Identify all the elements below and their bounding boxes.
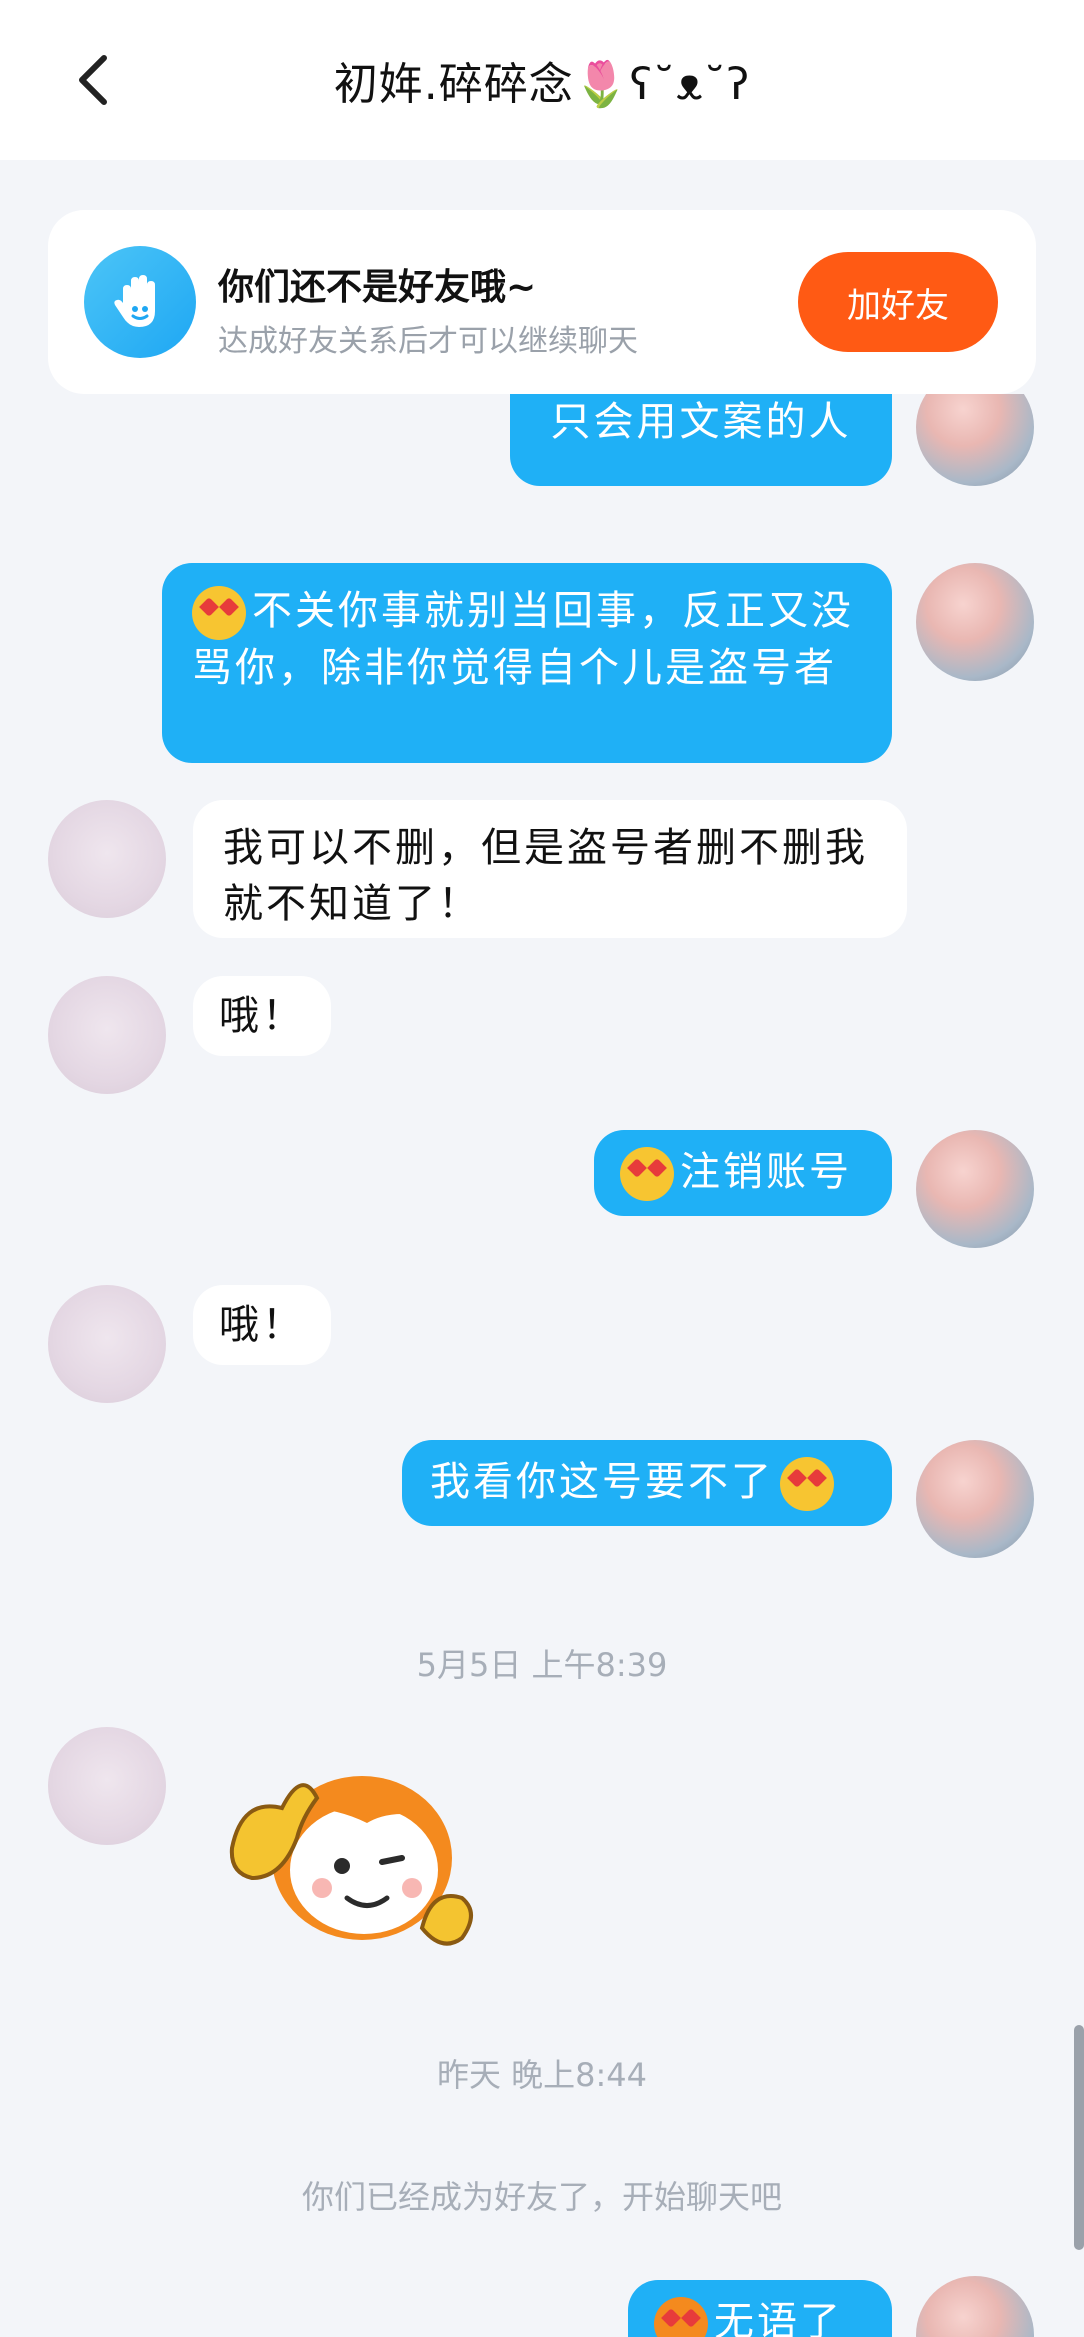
message-text: 我可以不删，但是盗号者删不删我就不知道了！ [223, 825, 868, 927]
my-avatar[interactable] [916, 2276, 1034, 2337]
back-button[interactable] [62, 48, 126, 112]
monkey-ok-sticker-icon [229, 1776, 473, 1946]
my-avatar[interactable] [916, 1440, 1034, 1558]
scrollbar[interactable] [1074, 2025, 1084, 2250]
chat-title: 初姩.碎碎念🌷ʕ˘ᴥ˘ʔ [333, 59, 751, 110]
message-bubble-right[interactable]: 无语了 [628, 2280, 892, 2337]
timestamp: 5月5日 上午8:39 [416, 1646, 668, 1684]
message-bubble-right[interactable]: 注销账号 [594, 1130, 892, 1216]
message-text: 哦！ [219, 1302, 305, 1348]
my-avatar[interactable] [916, 394, 1034, 486]
message-text: 不关你事就别当回事，反正又没骂你，除非你觉得自个儿是盗号者 [192, 588, 854, 691]
message-text: 哦！ [219, 993, 305, 1039]
monkey-emoji-icon [654, 2297, 708, 2337]
friend-card-subtitle: 达成好友关系后才可以继续聊天 [218, 324, 638, 359]
message-text: 只会用文案的人 [550, 399, 852, 445]
system-note: 你们已经成为好友了，开始聊天吧 [301, 2178, 782, 2216]
message-bubble-right[interactable]: 我看你这号要不了 [402, 1440, 892, 1526]
wave-hand-icon [84, 246, 196, 358]
add-friend-button[interactable]: 加好友 [798, 252, 998, 352]
message-bubble-right[interactable]: 不关你事就别当回事，反正又没骂你，除非你觉得自个儿是盗号者 [162, 563, 892, 763]
heart-eyes-emoji-icon [780, 1457, 834, 1511]
chevron-left-icon [79, 55, 107, 105]
message-text: 我看你这号要不了 [430, 1459, 774, 1505]
heart-eyes-emoji-icon [620, 1147, 674, 1201]
my-avatar[interactable] [916, 563, 1034, 681]
heart-eyes-emoji-icon [192, 586, 246, 640]
message-text: 注销账号 [680, 1149, 852, 1195]
message-bubble-right[interactable]: 只会用文案的人 [510, 394, 892, 486]
timestamp: 昨天 晚上8:44 [436, 2056, 648, 2094]
sticker-message[interactable] [222, 1738, 482, 1958]
friend-card-title: 你们还不是好友哦~ [218, 267, 537, 308]
top-bar: 初姩.碎碎念🌷ʕ˘ᴥ˘ʔ [0, 0, 1084, 160]
message-bubble-left[interactable]: 哦！ [193, 1285, 331, 1365]
message-bubble-left[interactable]: 哦！ [193, 976, 331, 1056]
message-bubble-left[interactable]: 我可以不删，但是盗号者删不删我就不知道了！ [193, 800, 907, 938]
friend-request-card: 你们还不是好友哦~ 达成好友关系后才可以继续聊天 加好友 [48, 210, 1036, 394]
contact-avatar[interactable] [48, 976, 166, 1094]
contact-avatar[interactable] [48, 1285, 166, 1403]
my-avatar[interactable] [916, 1130, 1034, 1248]
contact-avatar[interactable] [48, 800, 166, 918]
clipped-bottom-message-row: 无语了 [0, 2270, 1084, 2337]
clipped-message-row: 只会用文案的人 [0, 394, 1084, 504]
message-text: 无语了 [714, 2299, 843, 2337]
contact-avatar[interactable] [48, 1727, 166, 1845]
